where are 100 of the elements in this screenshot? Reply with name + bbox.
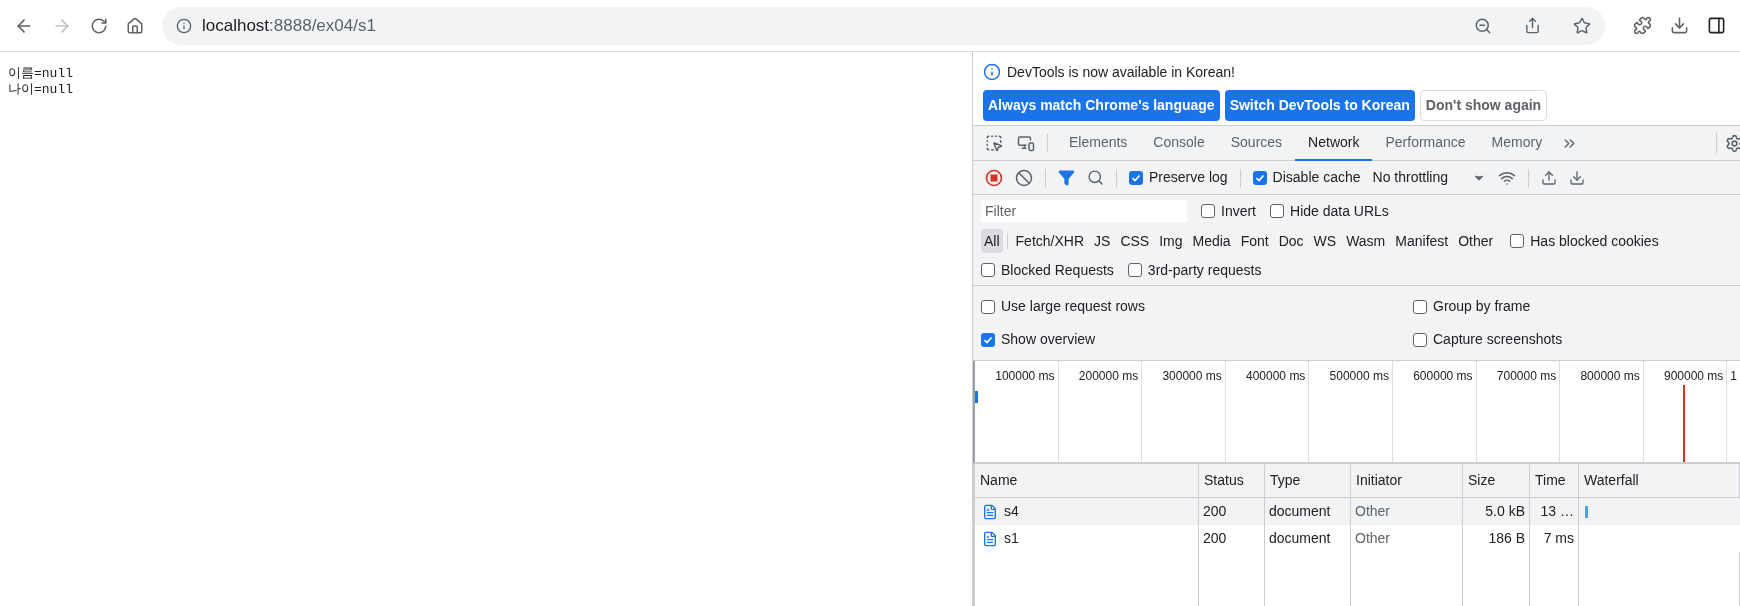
tick-label: 300000 ms (1162, 368, 1222, 381)
filter-icon[interactable] (1058, 169, 1075, 186)
banner-message: DevTools is now available in Korean! (1007, 62, 1235, 82)
column-header[interactable]: Initiator (1356, 470, 1402, 491)
home-icon[interactable] (126, 16, 144, 35)
checkmark-icon (1254, 172, 1265, 183)
checkmark-icon (1131, 172, 1141, 183)
type-filter[interactable]: Fetch/XHR (1012, 229, 1088, 253)
banner-button[interactable]: Don't show again (1419, 90, 1548, 121)
column-header[interactable]: Status (1204, 470, 1244, 491)
tick-label: 800000 ms (1580, 368, 1640, 381)
checkbox[interactable] (1413, 332, 1427, 347)
checkbox[interactable] (981, 332, 995, 347)
puzzle-icon[interactable] (1633, 16, 1652, 35)
tick-label: 600000 ms (1413, 368, 1473, 381)
info-icon (176, 17, 192, 34)
table-cell-text: 200 (1203, 529, 1227, 548)
column-header[interactable]: Time (1535, 470, 1566, 491)
clear-icon[interactable] (1015, 168, 1033, 187)
checkbox-label: Has blocked cookies (1530, 231, 1659, 251)
table-cell-text: Other (1355, 502, 1390, 521)
table-cell-text: Other (1355, 529, 1390, 548)
banner-button[interactable]: Switch DevTools to Korean (1224, 90, 1415, 121)
load-marker (975, 391, 978, 403)
tick-label: 500000 ms (1329, 368, 1389, 381)
download-icon[interactable] (1569, 169, 1585, 186)
type-filter[interactable]: Manifest (1392, 229, 1452, 253)
type-filter[interactable]: Img (1156, 229, 1186, 253)
table-cell-text: document (1269, 502, 1331, 521)
checkbox[interactable] (1252, 170, 1267, 185)
address-bar[interactable]: localhost:8888/ex04/s1 (162, 6, 1605, 45)
devtools-tab[interactable]: Performance (1372, 125, 1479, 161)
banner-button[interactable]: Always match Chrome's language (983, 90, 1220, 121)
tick-label: 100000 ms (995, 368, 1055, 381)
checkbox-label: 3rd-party requests (1147, 260, 1262, 280)
table-cell-text: 7 ms (1543, 529, 1574, 548)
page-text: 나이=null (8, 82, 74, 98)
type-filter[interactable]: Media (1189, 229, 1234, 253)
devtools-tab[interactable]: Memory (1478, 125, 1556, 161)
checkbox[interactable] (1413, 299, 1427, 314)
column-header[interactable]: Type (1270, 470, 1301, 491)
type-filter[interactable]: JS (1091, 229, 1114, 253)
checkbox-label: Disable cache (1272, 168, 1361, 187)
document-icon (982, 503, 998, 520)
table-cell-text: 13 … (1540, 502, 1574, 521)
type-filter[interactable]: All (981, 229, 1003, 253)
checkbox-label: Blocked Requests (1001, 260, 1114, 280)
tick-label: 400000 ms (1246, 368, 1306, 381)
checkbox-label: Invert (1221, 201, 1256, 221)
checkbox-label: Capture screenshots (1433, 330, 1563, 349)
checkbox[interactable] (1127, 263, 1142, 277)
tick-label: 1 (1730, 368, 1738, 381)
type-filter[interactable]: Wasm (1343, 229, 1389, 253)
devtools-tab[interactable]: Sources (1217, 125, 1296, 161)
throttling-dropdown[interactable]: No throttling (1372, 167, 1486, 188)
checkbox[interactable] (1129, 170, 1143, 185)
request-row[interactable]: s4 200 document Other 5.0 kB 13 … (975, 498, 1740, 525)
column-header[interactable]: Size (1468, 470, 1496, 491)
document-icon (982, 530, 998, 547)
inspect-icon[interactable] (985, 134, 1003, 152)
url-text: localhost:8888/ex04/s1 (202, 14, 376, 37)
table-cell-text: document (1269, 529, 1331, 548)
info-icon (983, 63, 1001, 81)
settings-icon[interactable] (1725, 133, 1740, 153)
record-icon[interactable] (985, 168, 1003, 187)
tick-label: 700000 ms (1496, 368, 1557, 381)
table-cell-text: s1 (1004, 529, 1019, 548)
tick-label: 900000 ms (1663, 368, 1724, 381)
devtools-tab[interactable]: Console (1140, 125, 1218, 161)
search-icon[interactable] (1087, 169, 1104, 186)
checkbox-label: Use large request rows (1001, 297, 1145, 316)
upload-icon[interactable] (1541, 169, 1557, 186)
checkbox[interactable] (1270, 204, 1284, 218)
table-cell-text: 200 (1203, 502, 1227, 521)
reload-icon[interactable] (90, 16, 108, 35)
column-header[interactable]: Name (980, 470, 1018, 491)
checkbox-label: Show overview (1001, 330, 1096, 349)
checkbox-label: Hide data URLs (1290, 201, 1389, 221)
type-filter[interactable]: Doc (1275, 229, 1307, 253)
filter-field[interactable]: Filter (981, 200, 1187, 222)
checkbox[interactable] (981, 263, 995, 277)
type-filter[interactable]: WS (1310, 229, 1340, 253)
checkbox[interactable] (981, 299, 995, 314)
checkmark-icon (983, 334, 993, 345)
device-icon[interactable] (1017, 134, 1035, 152)
checkbox[interactable] (1510, 234, 1525, 248)
type-filter[interactable]: Font (1237, 229, 1272, 253)
checkbox[interactable] (1201, 204, 1215, 218)
download-icon[interactable] (1670, 16, 1689, 35)
share-icon[interactable] (1524, 17, 1541, 34)
type-filter[interactable]: Other (1455, 229, 1497, 253)
star-icon[interactable] (1573, 16, 1591, 35)
tick-label: 200000 ms (1078, 368, 1139, 381)
side-panel-icon[interactable] (1707, 16, 1726, 35)
zoom-out-icon[interactable] (1474, 16, 1492, 35)
type-filter[interactable]: CSS (1117, 229, 1153, 253)
checkbox-label: Preserve log (1149, 168, 1228, 187)
column-header[interactable]: Waterfall (1584, 470, 1639, 491)
page-text: 이름=null (8, 66, 74, 82)
devtools-tab[interactable]: Elements (1056, 125, 1141, 161)
